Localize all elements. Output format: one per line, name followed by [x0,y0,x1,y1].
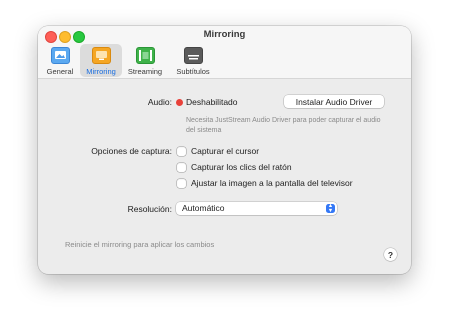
titlebar: Mirroring General Mirroring Streaming Su… [38,26,411,79]
subtitles-icon [183,47,203,64]
tab-general[interactable]: General [41,44,79,77]
audio-driver-hint: Necesita JustStream Audio Driver para po… [186,117,381,134]
audio-status-indicator [176,99,183,106]
tab-subtitles[interactable]: Subtítulos [171,44,215,77]
install-audio-driver-button[interactable]: Instalar Audio Driver [284,95,384,108]
fit-to-tv-label: Ajustar la imagen a la pantalla del tele… [191,178,353,188]
tab-subtitles-label: Subtítulos [176,67,210,76]
tab-general-label: General [46,67,74,76]
tab-streaming[interactable]: Streaming [124,44,166,77]
capture-cursor-checkbox[interactable] [177,147,186,156]
resolution-value: Automático [182,203,225,213]
tab-mirroring[interactable]: Mirroring [80,44,122,77]
audio-status-text: Deshabilitado [186,97,238,107]
restart-note: Reinicie el mirroring para aplicar los c… [65,240,215,249]
tab-mirroring-label: Mirroring [86,67,116,76]
audio-label: Audio: [147,97,172,107]
general-icon [50,47,70,64]
mirroring-icon [91,47,111,64]
help-button[interactable]: ? [384,248,397,261]
resolution-select[interactable]: Automático ▲ ▼ [176,202,337,215]
capture-options-label: Opciones de captura: [91,146,172,156]
fit-to-tv-checkbox[interactable] [177,179,186,188]
resolution-label: Resolución: [127,204,172,214]
streaming-icon [135,47,155,64]
capture-clicks-label: Capturar los clics del ratón [191,162,292,172]
tab-streaming-label: Streaming [127,67,163,76]
preferences-window: Mirroring General Mirroring Streaming Su… [38,26,411,274]
chevron-updown-icon: ▲ ▼ [326,203,335,214]
window-title: Mirroring [203,29,246,40]
capture-clicks-checkbox[interactable] [177,163,186,172]
capture-cursor-label: Capturar el cursor [191,146,260,156]
